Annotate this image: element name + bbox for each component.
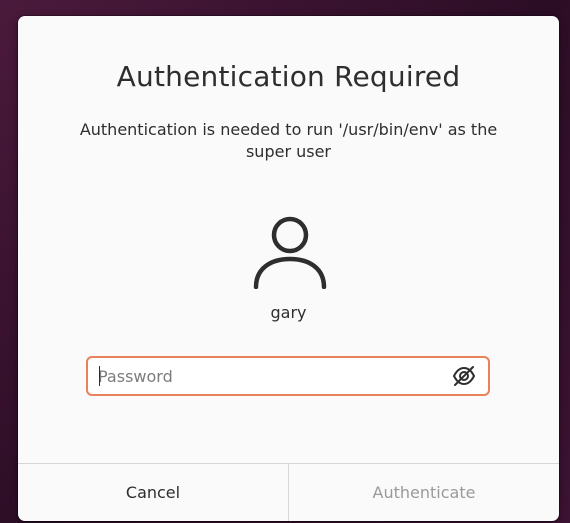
eye-slash-icon[interactable] [452,365,476,387]
text-cursor [99,366,100,386]
dialog-message: Authentication is needed to run '/usr/bi… [79,120,498,161]
dialog-footer: Cancel Authenticate [18,463,559,521]
authentication-dialog: Authentication Required Authentication i… [18,16,559,521]
cancel-button[interactable]: Cancel [18,464,289,521]
user-icon [253,216,327,289]
dialog-title: Authentication Required [116,60,461,93]
password-field[interactable] [86,356,490,396]
authenticate-button[interactable]: Authenticate [289,464,559,521]
password-input[interactable] [98,358,438,394]
username-label: gary [270,303,307,322]
